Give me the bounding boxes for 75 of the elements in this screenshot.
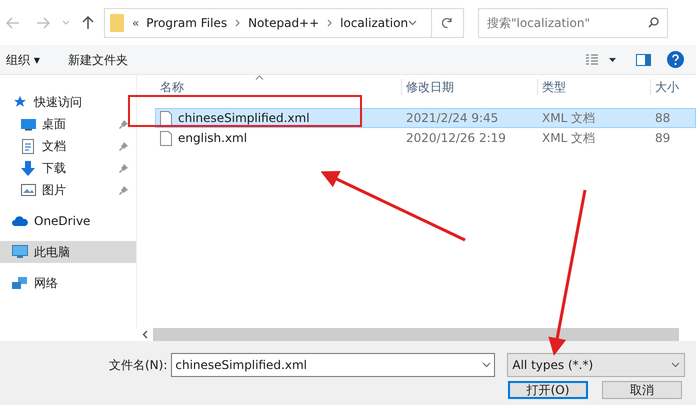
address-bar[interactable]: « Program Files Notepad++ localization: [104, 8, 464, 38]
sidebar-item[interactable]: OneDrive: [0, 210, 136, 232]
sidebar-item[interactable]: 文档: [0, 135, 136, 157]
file-icon: [160, 110, 172, 126]
modified-date: 2021/2/24 9:45: [405, 110, 500, 127]
overflow-chevrons[interactable]: «: [132, 14, 140, 32]
chevron-right-icon[interactable]: [327, 18, 332, 26]
sidebar-label: 网络: [34, 275, 58, 292]
filename-field[interactable]: chineseSimplified.xml: [171, 353, 496, 377]
breadcrumb[interactable]: localization: [340, 14, 408, 32]
organize-menu-button[interactable]: 组织 ▾: [6, 50, 40, 68]
help-icon[interactable]: [667, 51, 684, 68]
sidebar-item[interactable]: 下载: [0, 157, 136, 179]
picture-icon: [20, 184, 36, 196]
search-input[interactable]: 搜索"localization": [487, 14, 648, 32]
file-name: chineseSimplified.xml: [178, 110, 310, 127]
breadcrumb[interactable]: Notepad++: [248, 14, 320, 32]
file-size: 89: [654, 130, 670, 147]
column-header[interactable]: 大小: [650, 79, 696, 95]
chevron-down-icon: [671, 362, 680, 368]
cloud-icon: [12, 216, 28, 226]
cancel-button[interactable]: 取消: [602, 381, 682, 399]
refresh-icon[interactable]: [442, 16, 454, 28]
download-arrow-icon: [21, 160, 35, 176]
search-icon: [648, 17, 659, 28]
scrollbar-thumb[interactable]: [153, 328, 679, 340]
chevron-down-icon[interactable]: [482, 362, 492, 368]
new-folder-button[interactable]: 新建文件夹: [68, 50, 128, 68]
file-type-dropdown[interactable]: All types (*.*): [507, 353, 686, 377]
file-name: english.xml: [178, 130, 248, 147]
sidebar-label: 下载: [42, 160, 66, 177]
network-icon: [12, 276, 28, 290]
preview-pane-icon[interactable]: [636, 54, 651, 66]
caret-icon[interactable]: [609, 58, 616, 62]
column-header[interactable]: 名称: [155, 79, 401, 95]
pin-icon[interactable]: [119, 142, 128, 150]
folder-icon: [110, 12, 124, 32]
file-row[interactable]: english.xml 2020/12/26 2:19 XML 文档 89: [155, 128, 696, 148]
computer-icon: [12, 245, 28, 259]
scroll-left-icon[interactable]: [142, 330, 148, 338]
file-size: 88: [654, 110, 670, 127]
sidebar-item[interactable]: 图片: [0, 179, 136, 201]
document-icon: [22, 138, 34, 154]
open-button[interactable]: 打开(O): [508, 381, 588, 399]
sidebar-item[interactable]: 桌面: [0, 113, 136, 135]
sidebar-label: OneDrive: [34, 213, 90, 230]
file-icon: [160, 130, 172, 146]
column-header[interactable]: 类型: [537, 79, 650, 95]
sidebar-label: 快速访问: [34, 94, 82, 111]
sidebar-item[interactable]: 快速访问: [0, 91, 136, 113]
monitor-icon: [20, 118, 36, 130]
search-field[interactable]: 搜索"localization": [478, 8, 668, 38]
sidebar-label: 文档: [42, 138, 66, 155]
filename-input[interactable]: chineseSimplified.xml: [175, 356, 482, 374]
pin-icon[interactable]: [119, 186, 128, 194]
sort-caret-icon: [255, 75, 264, 80]
pin-icon[interactable]: [119, 164, 128, 172]
view-list-icon[interactable]: [585, 54, 599, 66]
sidebar-label: 桌面: [42, 116, 66, 133]
file-type: XML 文档: [541, 130, 596, 147]
star-icon: [13, 95, 27, 109]
column-header[interactable]: 修改日期: [401, 79, 537, 95]
sidebar-label: 图片: [42, 182, 66, 199]
chevron-right-icon[interactable]: [235, 18, 240, 26]
file-type: XML 文档: [541, 110, 596, 127]
breadcrumb[interactable]: Program Files: [146, 14, 228, 32]
up-arrow-icon[interactable]: [82, 16, 94, 30]
modified-date: 2020/12/26 2:19: [405, 130, 507, 147]
file-row[interactable]: chineseSimplified.xml 2021/2/24 9:45 XML 文档 88: [155, 108, 696, 128]
sidebar-item[interactable]: 此电脑: [0, 241, 136, 263]
filename-label: 文件名(N):: [109, 357, 168, 374]
chevron-down-icon[interactable]: [408, 20, 418, 26]
sidebar-label: 此电脑: [34, 244, 70, 261]
sidebar-item[interactable]: 网络: [0, 272, 136, 294]
pin-icon[interactable]: [119, 120, 128, 128]
